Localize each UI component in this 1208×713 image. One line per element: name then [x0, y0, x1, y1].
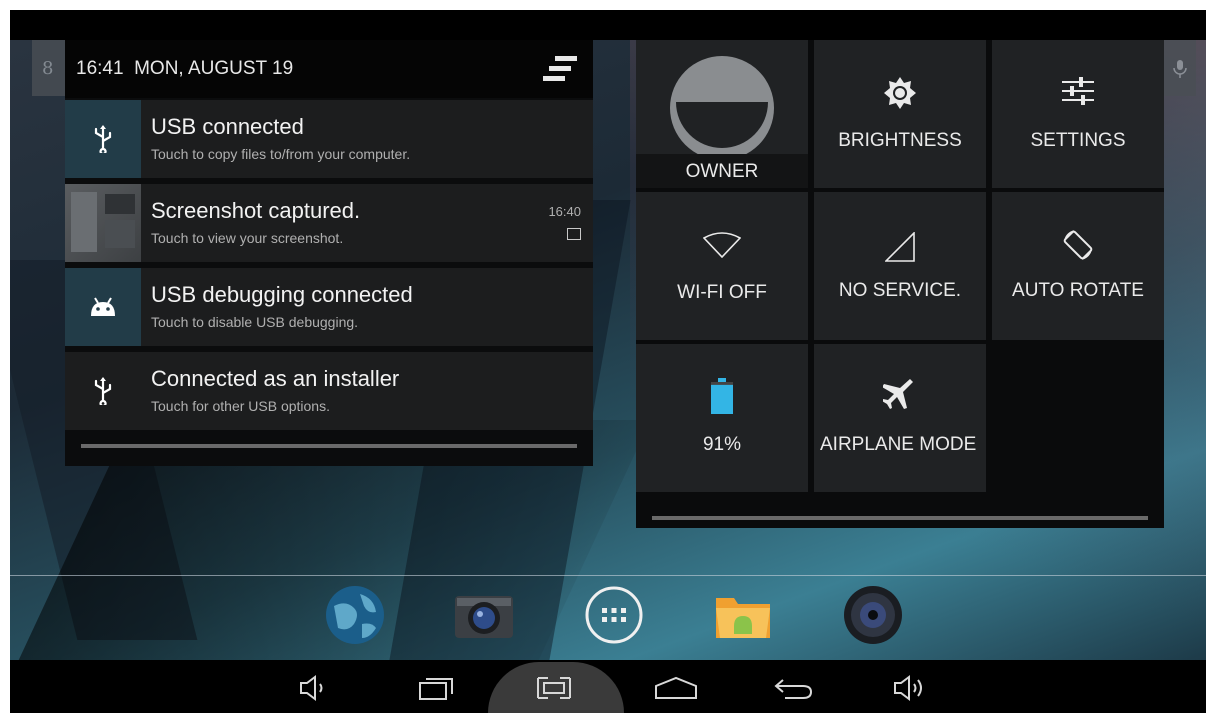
tile-settings[interactable]: SETTINGS — [992, 40, 1164, 188]
avatar — [670, 56, 774, 160]
brightness-icon — [884, 77, 916, 109]
status-datetime: 16:41 MON, AUGUST 19 — [76, 58, 293, 80]
wifi-label: WI-FI OFF — [677, 282, 767, 303]
settings-label: SETTINGS — [1030, 130, 1126, 151]
volume-up-icon[interactable] — [891, 674, 927, 702]
no-signal-icon — [885, 232, 915, 262]
notification-timestamp: 16:40 — [548, 204, 581, 219]
clear-all-icon[interactable] — [543, 54, 577, 84]
tile-auto-rotate[interactable]: AUTO ROTATE — [992, 192, 1164, 340]
tile-signal[interactable]: NO SERVICE. — [814, 192, 986, 340]
signal-label: NO SERVICE. — [838, 280, 962, 301]
wifi-off-icon — [703, 232, 741, 258]
notification-installer[interactable]: Connected as an installer Touch for othe… — [65, 352, 593, 430]
notification-header: 16:41 MON, AUGUST 19 — [65, 40, 593, 98]
recent-apps-icon[interactable] — [418, 674, 454, 702]
notification-icon-box — [65, 100, 141, 178]
panel-drag-handle[interactable] — [652, 516, 1148, 520]
battery-label: 91% — [702, 434, 742, 455]
search-hint: 8 — [32, 40, 66, 96]
tile-wifi[interactable]: WI-FI OFF — [636, 192, 808, 340]
notification-panel: 16:41 MON, AUGUST 19 USB connected Touch… — [65, 40, 593, 466]
notification-screenshot[interactable]: Screenshot captured. Touch to view your … — [65, 184, 593, 262]
android-debug-icon — [91, 297, 115, 316]
screenshot-thumbnail — [65, 184, 141, 262]
notification-icon-box — [65, 268, 141, 346]
owner-label: OWNER — [685, 161, 759, 182]
battery-icon — [711, 378, 733, 414]
screenshot-icon[interactable] — [536, 674, 572, 702]
auto-rotate-label: AUTO ROTATE — [1012, 280, 1144, 301]
tile-battery[interactable]: 91% — [636, 344, 808, 492]
notification-usb-debugging[interactable]: USB debugging connected Touch to disable… — [65, 268, 593, 346]
airplane-icon — [883, 379, 913, 409]
tile-airplane-mode[interactable]: AIRPLANE MODE — [814, 344, 986, 492]
tablet-screen: 8 16:41 MON, AUGUST 19 USB connected Tou… — [10, 10, 1206, 713]
notification-title: Screenshot captured. — [151, 198, 361, 223]
volume-down-icon[interactable] — [297, 674, 333, 702]
image-icon — [567, 228, 581, 240]
microphone-icon — [1173, 60, 1187, 78]
auto-rotate-icon — [1063, 230, 1093, 260]
search-hint-label: 8 — [42, 58, 54, 79]
home-icon[interactable] — [654, 674, 698, 702]
notification-usb-connected[interactable]: USB connected Touch to copy files to/fro… — [65, 100, 593, 178]
music-icon[interactable] — [842, 584, 904, 646]
dock-divider — [10, 575, 1206, 576]
browser-icon[interactable] — [324, 584, 386, 646]
notification-title: Connected as an installer — [151, 366, 400, 391]
panel-drag-handle[interactable] — [81, 444, 577, 448]
notification-title: USB debugging connected — [151, 282, 413, 307]
settings-sliders-icon — [1062, 77, 1094, 105]
navigation-bar — [10, 662, 1206, 713]
clock-date: MON, AUGUST 19 — [134, 58, 294, 79]
camera-icon[interactable] — [453, 584, 515, 646]
usb-icon — [94, 377, 112, 405]
airplane-mode-label: AIRPLANE MODE — [820, 434, 977, 455]
voice-search-hint — [1164, 40, 1196, 96]
file-manager-icon[interactable] — [712, 584, 774, 646]
notification-subtitle: Touch to disable USB debugging. — [151, 314, 359, 330]
app-drawer-icon[interactable] — [583, 584, 645, 646]
tile-brightness[interactable]: BRIGHTNESS — [814, 40, 986, 188]
notification-subtitle: Touch for other USB options. — [151, 398, 330, 414]
notification-subtitle: Touch to copy files to/from your compute… — [151, 146, 411, 162]
brightness-label: BRIGHTNESS — [838, 130, 962, 151]
notification-icon-box — [65, 352, 141, 430]
notification-subtitle: Touch to view your screenshot. — [151, 230, 344, 246]
usb-icon — [94, 125, 112, 153]
quick-settings-panel: OWNER BRIGHTNESS SETTINGS WI-FI OFF NO S… — [636, 40, 1164, 528]
tile-owner[interactable]: OWNER — [636, 40, 808, 188]
back-icon[interactable] — [773, 674, 815, 702]
notification-title: USB connected — [151, 114, 304, 139]
clock-time: 16:41 — [76, 58, 124, 79]
